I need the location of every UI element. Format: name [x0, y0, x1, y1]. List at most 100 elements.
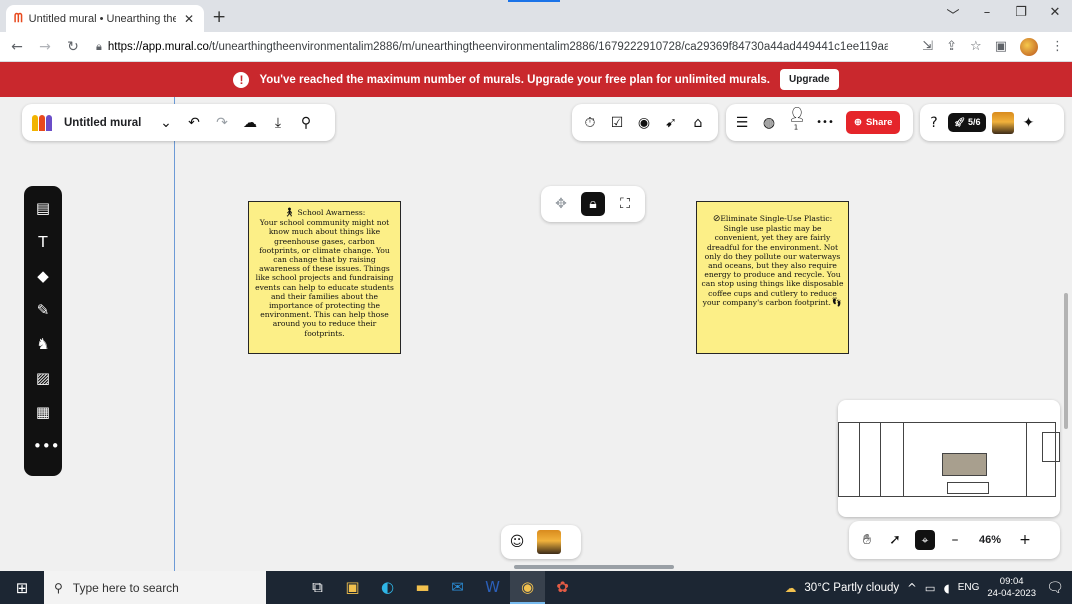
chevron-up-icon[interactable]: ^ — [907, 581, 917, 595]
sticky-title: ⊘Eliminate Single-Use Plastic: — [712, 214, 833, 224]
minimap-area — [1042, 432, 1060, 462]
participant-avatar[interactable] — [537, 530, 561, 554]
lock-icon[interactable]: 🔒︎ — [96, 40, 102, 54]
search-icon[interactable]: ⚲ — [298, 115, 314, 131]
timer-icon[interactable]: ⏱ — [582, 115, 598, 131]
user-avatar[interactable] — [992, 111, 1015, 134]
templates-icon[interactable]: ♞ — [33, 334, 53, 354]
address-bar: ← → ↻ 🔒︎ https://app.mural.co/t/unearthi… — [0, 32, 1072, 62]
url-field[interactable]: 🔒︎ https://app.mural.co/t/unearthingthee… — [92, 35, 912, 59]
word-icon[interactable]: W — [475, 571, 510, 604]
browser-tab[interactable]: ᗰ Untitled mural • Unearthing the E ✕ — [6, 5, 204, 32]
mural-canvas[interactable]: Untitled mural ⌄ ↶ ↷ ☁ ⤓ ⚲ ⏱ ☑ ◉ ➹ ⌂ ☰ ◍… — [0, 97, 1072, 571]
clock[interactable]: 09:04 24-04-2023 — [987, 576, 1036, 600]
upgrade-banner: ! You've reached the maximum number of m… — [0, 62, 1072, 97]
smiley-icon[interactable]: ☺ — [509, 534, 525, 550]
outline-icon[interactable]: ☰ — [734, 115, 750, 131]
move-icon[interactable]: ✥ — [553, 196, 569, 212]
back-arrow-icon[interactable]: ← — [8, 39, 26, 55]
share-button[interactable]: ⊕ Share — [846, 111, 901, 134]
minimap-area — [880, 422, 904, 497]
pen-icon[interactable]: ✎ — [33, 300, 53, 320]
install-app-icon[interactable]: ⇲ — [922, 39, 933, 54]
redo-icon[interactable]: ↷ — [214, 115, 230, 131]
sticky-title: 🚶︎ School Awarness: — [283, 208, 366, 218]
members-icon[interactable]: 👤︎1 — [788, 107, 806, 139]
more-tools-icon[interactable]: ••• — [33, 436, 60, 456]
tab-search-button[interactable]: ﹀ — [936, 5, 970, 24]
close-window-button[interactable]: ✕ — [1038, 5, 1072, 24]
undo-icon[interactable]: ↶ — [186, 115, 202, 131]
minimap-viewport[interactable] — [942, 453, 987, 476]
add-person-icon: ⊕ — [854, 117, 862, 128]
horizontal-scrollbar[interactable] — [514, 565, 674, 569]
tab-title: Untitled mural • Unearthing the E — [28, 12, 176, 25]
minimize-button[interactable]: – — [970, 5, 1004, 24]
mural-logo[interactable] — [32, 114, 52, 131]
zoom-in-button[interactable]: + — [1017, 532, 1033, 548]
zoom-out-button[interactable]: – — [947, 532, 963, 548]
minimap-area — [838, 422, 860, 497]
mural-name[interactable]: Untitled mural — [64, 117, 146, 129]
profile-avatar[interactable] — [1020, 37, 1038, 56]
chevron-down-icon[interactable]: ⌄ — [158, 115, 174, 131]
mural-title-toolbar: Untitled mural ⌄ ↶ ↷ ☁ ⤓ ⚲ — [22, 104, 335, 141]
locate-icon[interactable]: ⌖ — [915, 530, 935, 550]
mail-icon[interactable]: ✉ — [440, 571, 475, 604]
forward-arrow-icon[interactable]: → — [36, 39, 54, 55]
new-tab-button[interactable]: + — [212, 7, 226, 27]
voting-icon[interactable]: ☑ — [609, 115, 625, 131]
bookmark-star-icon[interactable]: ☆ — [970, 39, 982, 54]
search-placeholder: Type here to search — [72, 580, 179, 595]
network-icon[interactable]: ▭ — [925, 581, 936, 595]
reload-icon[interactable]: ↻ — [64, 39, 82, 55]
apps-grid-icon[interactable]: ▦ — [33, 402, 53, 422]
image-icon[interactable]: ▨ — [33, 368, 53, 388]
more-options-icon[interactable]: ••• — [815, 117, 835, 128]
onboarding-progress-button[interactable]: 🚀︎ 5/6 — [948, 113, 987, 132]
sticky-note-icon[interactable]: ▤ — [33, 198, 53, 218]
lock-mural-icon[interactable]: ⌂ — [690, 115, 706, 131]
vertical-scrollbar[interactable] — [1064, 293, 1068, 429]
shapes-icon[interactable]: ◆ — [33, 266, 53, 286]
side-panel-icon[interactable]: ▣ — [995, 39, 1007, 54]
lock-icon[interactable]: 🔒︎ — [581, 192, 605, 216]
windows-start-icon[interactable]: ⊞ — [0, 579, 44, 597]
summon-icon[interactable]: ➹ — [663, 115, 679, 131]
hand-pan-icon[interactable]: ✋︎ — [859, 532, 875, 548]
unlock-area-icon[interactable]: ⛶ — [617, 196, 633, 212]
download-icon[interactable]: ⤓ — [270, 115, 286, 131]
rocket-icon: 🚀︎ — [954, 117, 966, 127]
notification-icon[interactable]: 🗨︎ — [1044, 580, 1066, 596]
share-page-icon[interactable]: ⇪ — [946, 39, 957, 54]
pointer-select-icon[interactable]: ➚ — [887, 532, 903, 548]
taskbar-search[interactable]: ⚲ Type here to search — [44, 571, 266, 604]
chrome-icon[interactable]: ◉ — [510, 571, 545, 604]
browser-menu-icon[interactable]: ⋮ — [1051, 39, 1064, 54]
comments-icon[interactable]: ◍ — [761, 115, 777, 131]
reactions-toolbar: ☺ — [501, 525, 581, 559]
upgrade-button[interactable]: Upgrade — [780, 69, 839, 90]
paint-app-icon[interactable]: ✿ — [545, 571, 580, 604]
minimap[interactable] — [838, 400, 1060, 517]
text-tool-icon[interactable]: T — [33, 232, 53, 252]
sticky-note-single-use-plastic[interactable]: ⊘Eliminate Single-Use Plastic: Single us… — [696, 201, 849, 354]
taskbar-apps: ⧉ ▣ ◐ ▬ ✉ W ◉ ✿ — [300, 571, 580, 604]
zoom-level[interactable]: 46% — [975, 534, 1005, 546]
weather-icon[interactable]: ☁ — [785, 581, 797, 595]
maximize-button[interactable]: ❐ — [1004, 5, 1038, 24]
volume-icon[interactable]: ◖ — [944, 581, 950, 595]
tab-close-icon[interactable]: ✕ — [182, 12, 196, 26]
private-mode-icon[interactable]: ◉ — [636, 115, 652, 131]
weather-text[interactable]: 30°C Partly cloudy — [804, 582, 899, 594]
language-indicator[interactable]: ENG — [958, 582, 980, 593]
edge-icon[interactable]: ◐ — [370, 571, 405, 604]
sticky-note-school-awareness[interactable]: 🚶︎ School Awarness: Your school communit… — [248, 201, 401, 354]
help-icon[interactable]: ? — [926, 115, 942, 131]
ai-sparkle-icon[interactable]: ✦ — [1020, 115, 1036, 131]
task-view-icon[interactable]: ⧉ — [300, 571, 335, 604]
cloud-saved-icon[interactable]: ☁ — [242, 115, 258, 131]
calendar-app-icon[interactable]: ▣ — [335, 571, 370, 604]
file-explorer-icon[interactable]: ▬ — [405, 571, 440, 604]
zoom-toolbar: ✋︎ ➚ ⌖ – 46% + — [849, 521, 1060, 559]
